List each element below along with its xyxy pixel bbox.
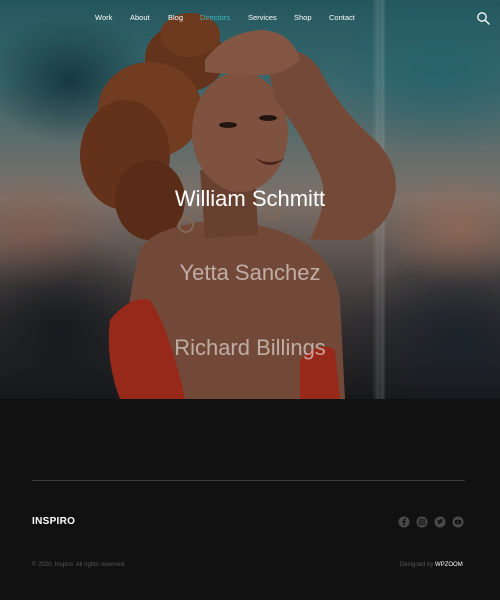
nav-item-contact[interactable]: Contact (329, 13, 355, 22)
search-icon[interactable] (476, 11, 490, 25)
main-navigation: Work About Blog Directors Services Shop … (0, 13, 500, 27)
nav-item-about[interactable]: About (130, 13, 150, 22)
credit-prefix: Designed by (400, 562, 434, 568)
footer-divider (32, 480, 465, 481)
twitter-icon[interactable] (434, 516, 446, 528)
credit-brand-link[interactable]: WPZOOM (435, 562, 463, 568)
copyright-text: © 2020, Inspiro. All rights reserved. (32, 562, 126, 568)
director-name-link[interactable]: Richard Billings (0, 335, 500, 361)
nav-item-services[interactable]: Services (248, 13, 277, 22)
director-name-link[interactable]: William Schmitt (0, 186, 500, 212)
instagram-icon[interactable] (416, 516, 428, 528)
facebook-icon[interactable] (398, 516, 410, 528)
nav-item-work[interactable]: Work (95, 13, 112, 22)
footer-logo[interactable]: INSPIRO (32, 516, 75, 527)
nav-item-shop[interactable]: Shop (294, 13, 312, 22)
designer-credit: Designed by WPZOOM (400, 562, 463, 568)
nav-item-blog[interactable]: Blog (168, 13, 183, 22)
youtube-icon[interactable] (452, 516, 464, 528)
director-name-link[interactable]: Yetta Sanchez (0, 260, 500, 286)
nav-item-directors[interactable]: Directors (200, 13, 230, 22)
